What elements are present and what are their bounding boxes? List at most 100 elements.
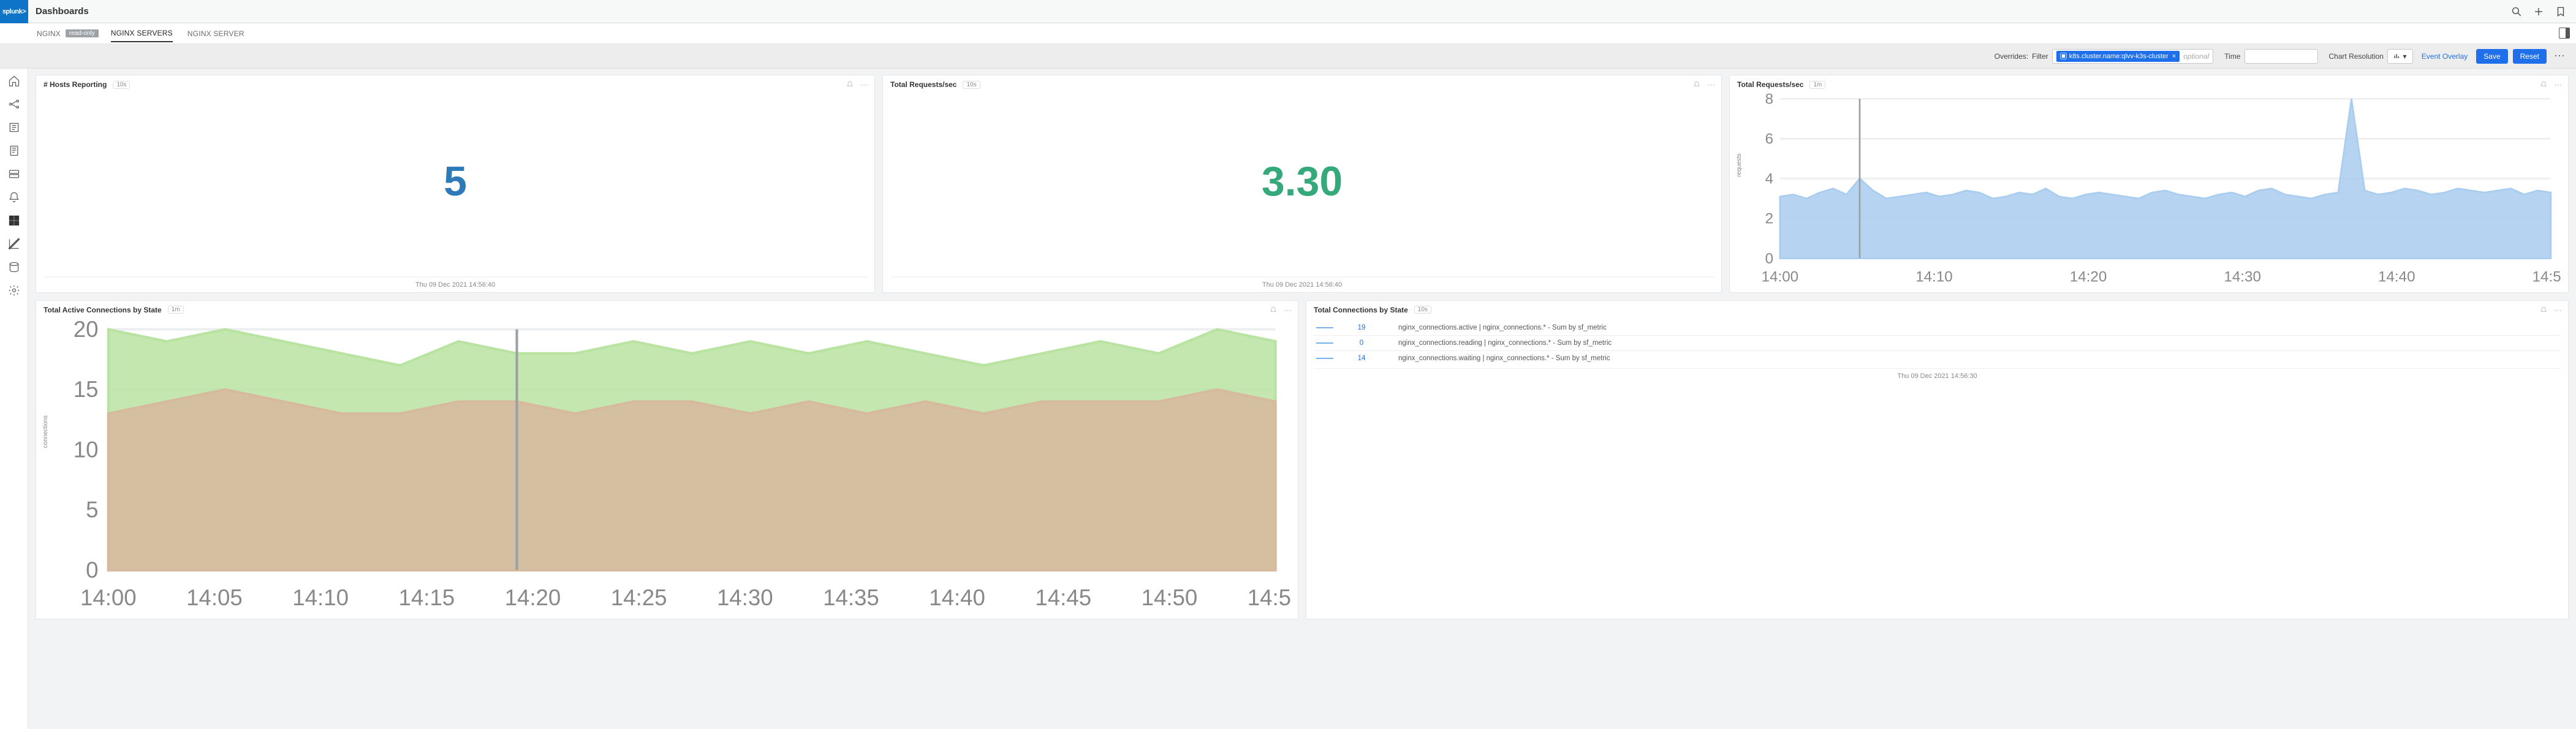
tab-nginx-server[interactable]: NGINX SERVER xyxy=(188,26,244,42)
bookmark-icon[interactable] xyxy=(2555,6,2566,17)
svg-text:14:30: 14:30 xyxy=(717,584,773,610)
chart-resolution-select[interactable]: ▾ xyxy=(2387,49,2413,64)
readonly-badge: read-only xyxy=(66,29,99,37)
legend-row[interactable]: 19 nginx_connections.active | nginx_conn… xyxy=(1314,320,2561,336)
svg-text:14:50: 14:50 xyxy=(2532,269,2561,285)
alerts-icon[interactable] xyxy=(8,191,20,203)
svg-text:14:15: 14:15 xyxy=(398,584,455,610)
bell-icon[interactable] xyxy=(2539,80,2548,89)
time-input[interactable] xyxy=(2245,49,2318,64)
time-label: Time xyxy=(2224,52,2240,61)
svg-text:14:00: 14:00 xyxy=(80,584,137,610)
svg-text:14:30: 14:30 xyxy=(2224,269,2261,285)
svg-text:20: 20 xyxy=(74,316,99,341)
topbar-actions xyxy=(2511,6,2576,17)
panel-connections-by-state: Total Connections by State 10s ⋯ 19 ngin… xyxy=(1306,300,2569,619)
apm-icon[interactable] xyxy=(8,121,20,134)
dimension-icon xyxy=(2060,53,2067,59)
sidepanel-toggle-icon[interactable] xyxy=(2559,28,2570,39)
svg-text:14:05: 14:05 xyxy=(186,584,243,610)
svg-text:14:40: 14:40 xyxy=(929,584,985,610)
panel-title: Total Requests/sec xyxy=(890,80,957,89)
data-icon[interactable] xyxy=(8,261,20,273)
panel-title: Total Requests/sec xyxy=(1737,80,1803,89)
svg-text:14:40: 14:40 xyxy=(2378,269,2415,285)
svg-text:6: 6 xyxy=(1765,130,1773,147)
dashboard-content: # Hosts Reporting 10s ⋯ 5 Thu 09 Dec 202… xyxy=(28,69,2576,729)
filter-chip-remove-icon[interactable]: × xyxy=(2172,53,2176,60)
filter-chip[interactable]: k8s.cluster.name:qlvv-k3s-cluster × xyxy=(2056,51,2180,62)
svg-text:14:25: 14:25 xyxy=(611,584,667,610)
bell-icon[interactable] xyxy=(846,80,854,89)
network-icon[interactable] xyxy=(8,98,20,110)
svg-text:15: 15 xyxy=(74,377,99,402)
legend-swatch xyxy=(1316,327,1333,328)
resolution-icon xyxy=(2393,53,2401,60)
y-axis-label: connections xyxy=(42,415,49,448)
panel-title: Total Active Connections by State xyxy=(44,306,162,314)
panel-requests-per-sec: Total Requests/sec 10s ⋯ 3.30 Thu 09 Dec… xyxy=(882,75,1722,293)
connections-legend: 19 nginx_connections.active | nginx_conn… xyxy=(1314,320,2561,366)
reset-button[interactable]: Reset xyxy=(2513,49,2547,64)
tab-nginx[interactable]: NGINX xyxy=(37,26,61,42)
conn-timestamp: Thu 09 Dec 2021 14:56:30 xyxy=(1314,368,2561,380)
hosts-timestamp: Thu 09 Dec 2021 14:56:40 xyxy=(44,277,867,289)
legend-swatch xyxy=(1316,358,1333,359)
panel-requests-chart: Total Requests/sec 1m ⋯ requests 0246814… xyxy=(1729,75,2569,293)
legend-value: 0 xyxy=(1343,339,1380,347)
filter-input[interactable]: k8s.cluster.name:qlvv-k3s-cluster × opti… xyxy=(2052,49,2213,64)
y-axis-label: requests xyxy=(1736,153,1743,176)
svg-text:14:55: 14:55 xyxy=(1248,584,1290,610)
nav-rail xyxy=(0,69,28,729)
settings-icon[interactable] xyxy=(8,284,20,297)
logs-icon[interactable] xyxy=(8,145,20,157)
panel-title: # Hosts Reporting xyxy=(44,80,107,89)
interval-badge: 10s xyxy=(963,81,980,89)
legend-desc: nginx_connections.reading | nginx_connec… xyxy=(1398,339,2561,347)
splunk-logo[interactable]: splunk> xyxy=(0,0,28,23)
legend-row[interactable]: 0 nginx_connections.reading | nginx_conn… xyxy=(1314,336,2561,351)
svg-text:14:00: 14:00 xyxy=(1762,269,1799,285)
panel-menu-icon[interactable]: ⋯ xyxy=(860,80,868,90)
hosts-value: 5 xyxy=(44,89,867,274)
infra-icon[interactable] xyxy=(8,168,20,180)
svg-text:14:35: 14:35 xyxy=(823,584,879,610)
rps-line-chart[interactable]: 0246814:0014:1014:2014:3014:4014:50 xyxy=(1737,89,2561,289)
save-button[interactable]: Save xyxy=(2476,49,2507,64)
svg-text:14:10: 14:10 xyxy=(292,584,349,610)
panel-menu-icon[interactable]: ⋯ xyxy=(1707,80,1715,90)
search-icon[interactable] xyxy=(2511,6,2522,17)
more-menu-icon[interactable]: ⋯ xyxy=(2554,50,2566,62)
legend-desc: nginx_connections.active | nginx_connect… xyxy=(1398,324,2561,331)
interval-badge: 1m xyxy=(168,306,184,314)
legend-swatch xyxy=(1316,342,1333,344)
svg-text:4: 4 xyxy=(1765,171,1773,187)
svg-text:0: 0 xyxy=(86,557,98,582)
bell-icon[interactable] xyxy=(1269,306,1278,314)
plus-icon[interactable] xyxy=(2533,6,2544,17)
filter-label: Filter xyxy=(2032,52,2048,61)
interval-badge: 10s xyxy=(113,81,130,89)
filter-chip-text: k8s.cluster.name:qlvv-k3s-cluster xyxy=(2069,53,2169,60)
bell-icon[interactable] xyxy=(1692,80,1701,89)
panel-active-connections: Total Active Connections by State 1m ⋯ c… xyxy=(36,300,1298,619)
dashboards-icon[interactable] xyxy=(8,214,20,227)
panel-menu-icon[interactable]: ⋯ xyxy=(2554,306,2562,315)
svg-text:0: 0 xyxy=(1765,251,1773,267)
interval-badge: 10s xyxy=(1414,306,1431,314)
svg-text:14:20: 14:20 xyxy=(505,584,561,610)
svg-text:14:50: 14:50 xyxy=(1142,584,1198,610)
event-overlay-link[interactable]: Event Overlay xyxy=(2422,52,2468,61)
svg-text:14:10: 14:10 xyxy=(1915,269,1953,285)
filter-placeholder: optional xyxy=(2183,52,2209,61)
legend-row[interactable]: 14 nginx_connections.waiting | nginx_con… xyxy=(1314,351,2561,366)
tab-row: NGINX read-only NGINX SERVERS NGINX SERV… xyxy=(0,23,2576,44)
metrics-icon[interactable] xyxy=(8,238,20,250)
panel-hosts-reporting: # Hosts Reporting 10s ⋯ 5 Thu 09 Dec 202… xyxy=(36,75,875,293)
overrides-bar: Overrides: Filter k8s.cluster.name:qlvv-… xyxy=(0,44,2576,69)
tab-nginx-servers[interactable]: NGINX SERVERS xyxy=(111,25,173,42)
bell-icon[interactable] xyxy=(2539,306,2548,314)
home-icon[interactable] xyxy=(8,75,20,87)
connections-area-chart[interactable]: 0510152014:0014:0514:1014:1514:2014:2514… xyxy=(44,314,1290,615)
rps-value: 3.30 xyxy=(890,89,1714,274)
